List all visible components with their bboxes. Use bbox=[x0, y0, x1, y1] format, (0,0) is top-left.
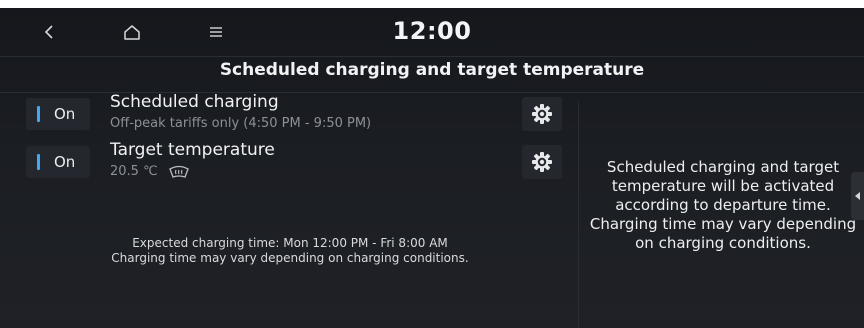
target-temperature-value: 20.5 ℃ bbox=[110, 164, 158, 179]
scheduled-charging-title: Scheduled charging bbox=[110, 92, 279, 112]
page-title: Scheduled charging and target temperatur… bbox=[219, 60, 645, 80]
clock: 12:00 bbox=[392, 17, 472, 45]
target-temperature-toggle[interactable]: On bbox=[26, 146, 90, 178]
target-temperature-title: Target temperature bbox=[110, 140, 275, 160]
gear-icon bbox=[532, 104, 552, 124]
toggle-label: On bbox=[54, 105, 76, 123]
target-temperature-subtitle-wrap: 20.5 ℃ bbox=[110, 164, 190, 179]
defrost-icon bbox=[169, 165, 189, 178]
toggle-indicator bbox=[37, 154, 40, 170]
chevron-left-icon bbox=[854, 192, 860, 200]
top-bar: 12:00 bbox=[0, 8, 864, 57]
expected-charging-time: Expected charging time: Mon 12:00 PM - F… bbox=[132, 236, 448, 250]
scheduled-charging-subtitle: Off-peak tariffs only (4:50 PM - 9:50 PM… bbox=[110, 116, 372, 131]
side-panel-handle[interactable] bbox=[851, 172, 864, 220]
charging-time-note: Charging time may vary depending on char… bbox=[111, 251, 469, 265]
panel-divider bbox=[578, 102, 579, 328]
scheduled-charging-settings-button[interactable] bbox=[522, 97, 562, 131]
target-temperature-settings-button[interactable] bbox=[522, 145, 562, 179]
side-panel-description: Scheduled charging and target temperatur… bbox=[589, 158, 857, 252]
scheduled-charging-toggle[interactable]: On bbox=[26, 98, 90, 130]
toggle-label: On bbox=[54, 153, 76, 171]
screen: 12:00 Scheduled charging and target temp… bbox=[0, 8, 864, 328]
gear-icon bbox=[532, 152, 552, 172]
toggle-indicator bbox=[37, 106, 40, 122]
